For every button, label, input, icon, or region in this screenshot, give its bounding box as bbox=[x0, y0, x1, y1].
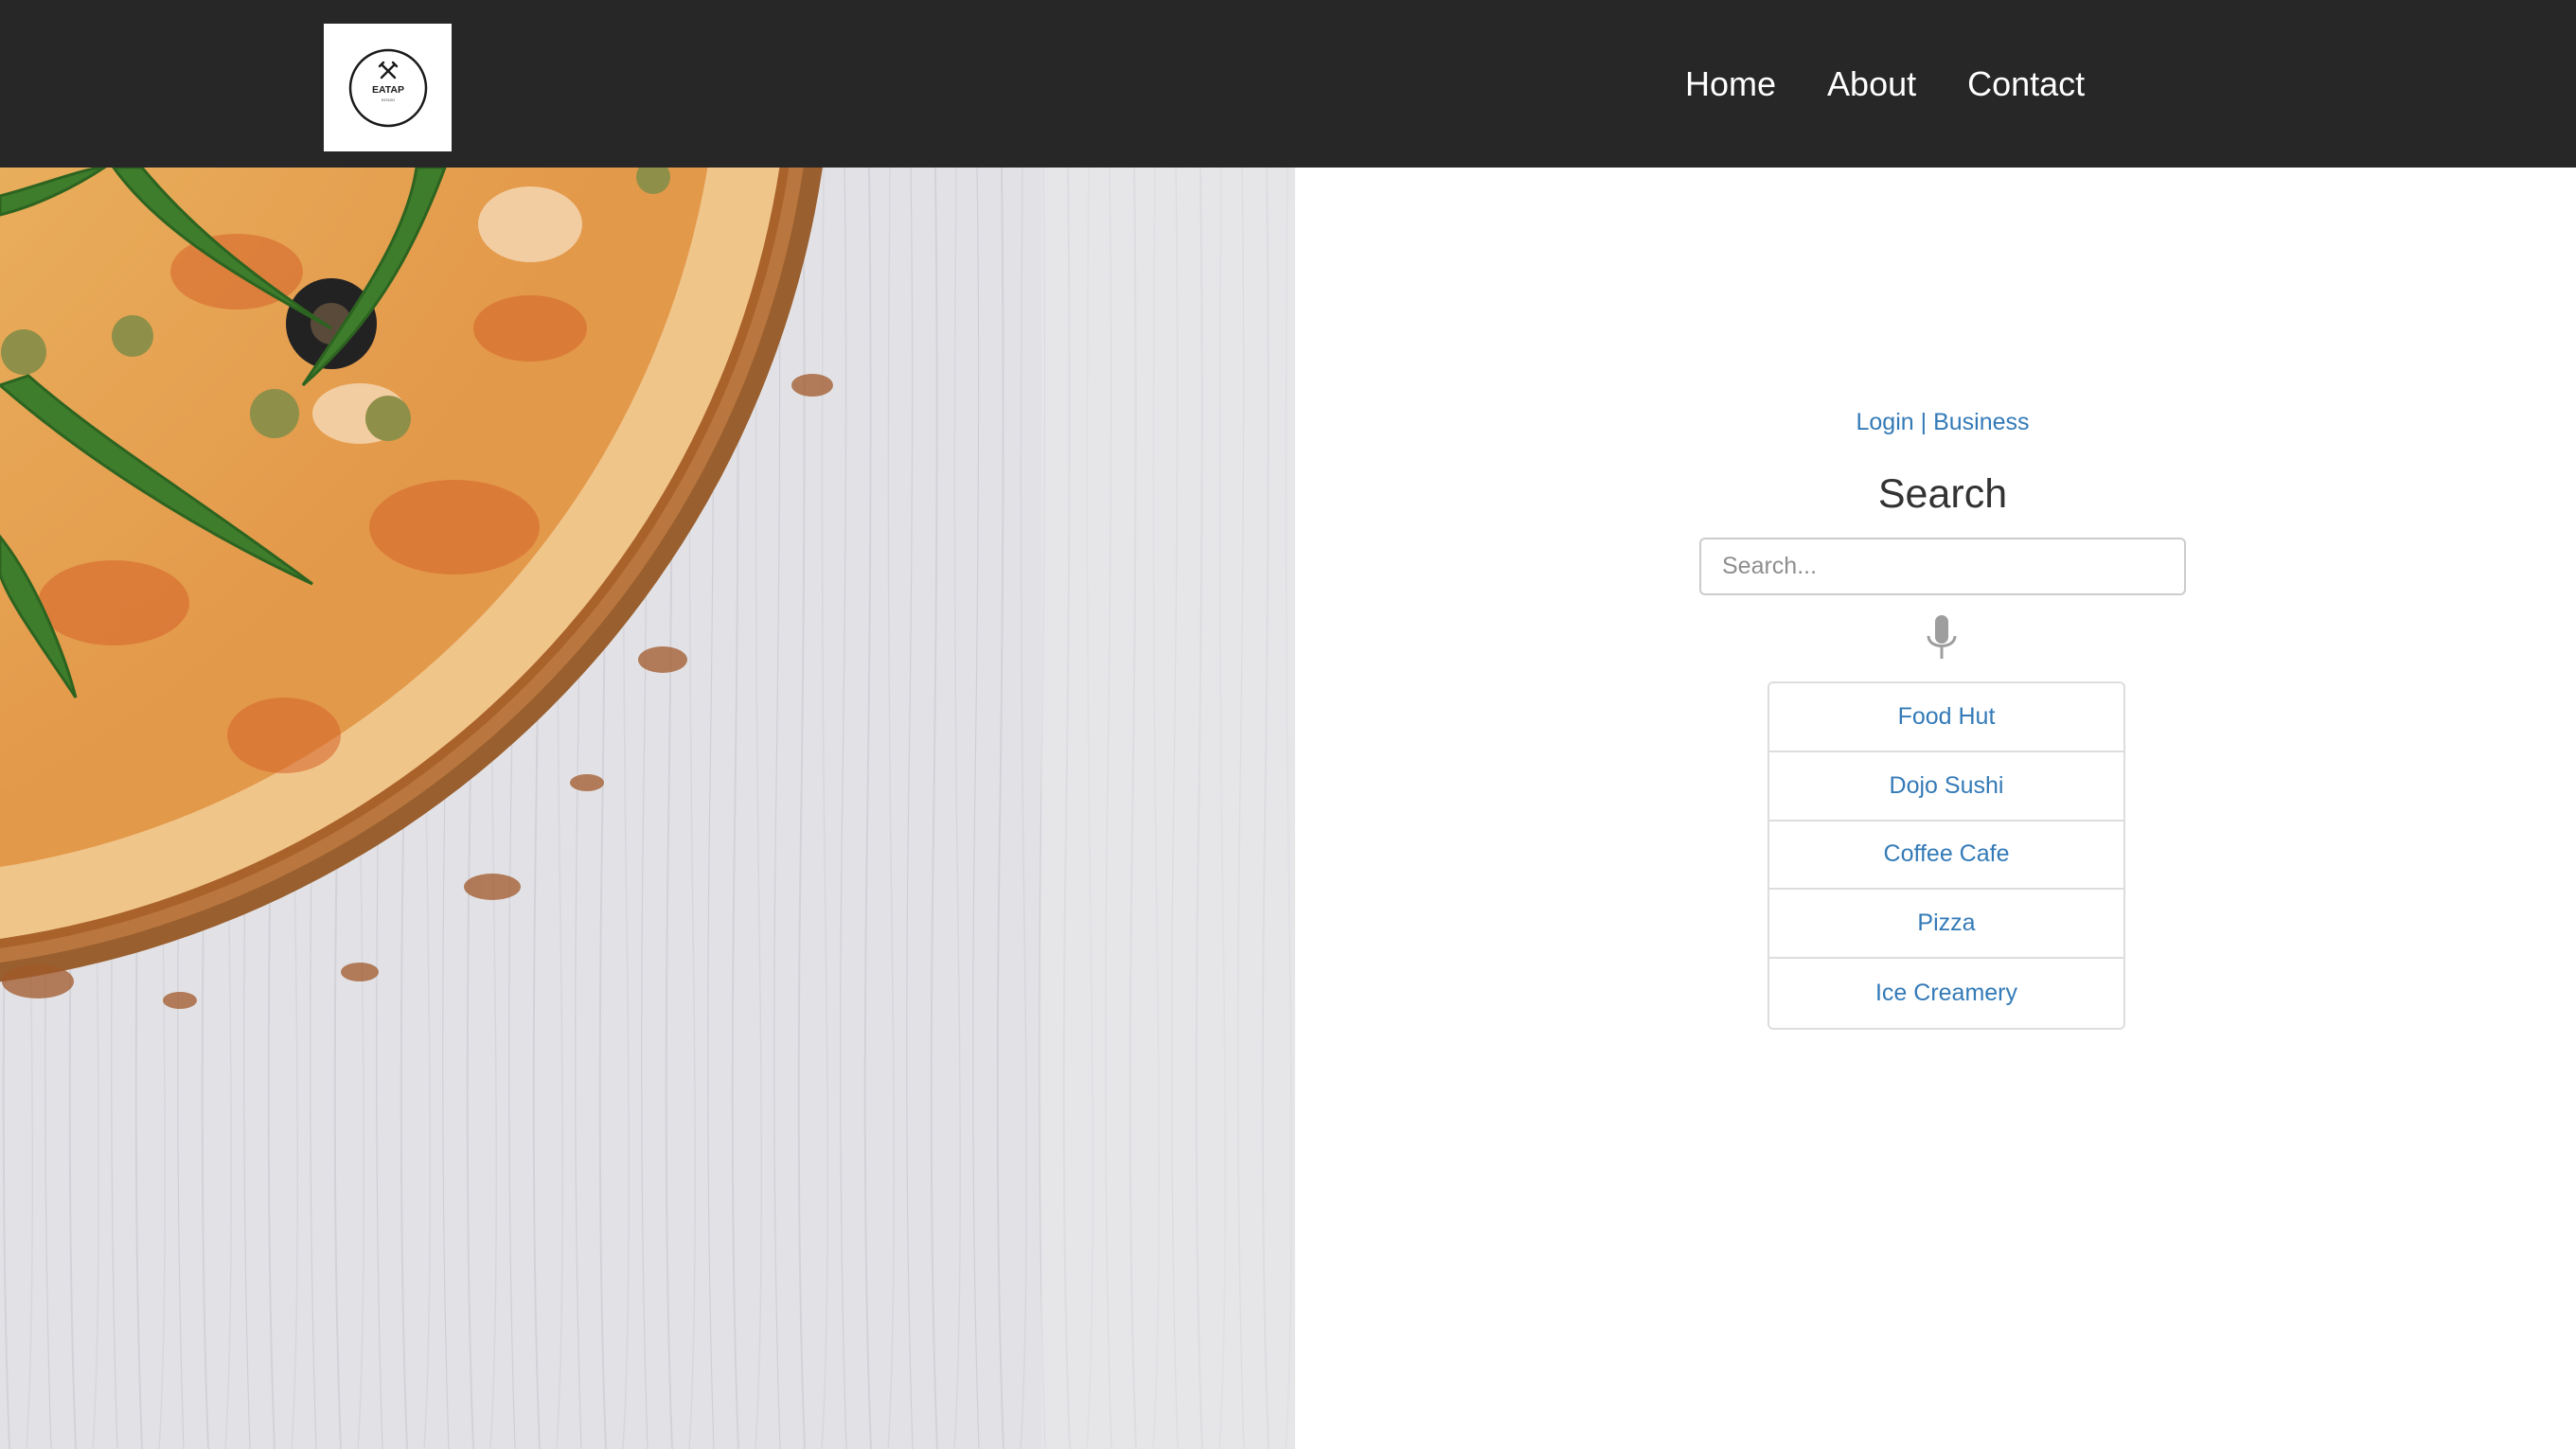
pizza-photo bbox=[0, 168, 1295, 1449]
nav-about-link[interactable]: About bbox=[1827, 64, 1916, 104]
top-navbar: EATAP EAT&GO Home About Contact bbox=[0, 0, 2576, 168]
list-item-dojo-sushi[interactable]: Dojo Sushi bbox=[1769, 752, 2123, 822]
microphone-icon bbox=[1927, 615, 1957, 659]
auth-separator: | bbox=[1920, 409, 1928, 435]
login-link[interactable]: Login bbox=[1856, 409, 1913, 435]
eatap-logo-icon: EATAP EAT&GO bbox=[348, 48, 427, 127]
list-item-coffee-cafe[interactable]: Coffee Cafe bbox=[1769, 822, 2123, 891]
logo-subtext: EAT&GO bbox=[381, 98, 395, 102]
list-item-ice-creamery[interactable]: Ice Creamery bbox=[1769, 959, 2123, 1028]
list-item-pizza[interactable]: Pizza bbox=[1769, 890, 2123, 960]
logo-text: EATAP bbox=[371, 84, 403, 96]
main-nav: Home About Contact bbox=[1685, 0, 2136, 168]
search-input[interactable] bbox=[1699, 538, 2186, 595]
business-link[interactable]: Business bbox=[1933, 409, 2029, 435]
brand-logo[interactable]: EATAP EAT&GO bbox=[324, 24, 452, 151]
fork-knife-icon bbox=[378, 61, 398, 79]
auth-links: Login | Business bbox=[1704, 409, 2181, 436]
list-item-food-hut[interactable]: Food Hut bbox=[1769, 683, 2123, 752]
hero-pizza-image bbox=[0, 168, 1295, 1449]
voice-search-button[interactable] bbox=[1926, 615, 1958, 664]
nav-home-link[interactable]: Home bbox=[1685, 64, 1776, 104]
nav-contact-link[interactable]: Contact bbox=[1967, 64, 2085, 104]
search-title: Search bbox=[1877, 471, 2008, 517]
restaurant-list: Food Hut Dojo Sushi Coffee Cafe Pizza Ic… bbox=[1768, 681, 2125, 1030]
